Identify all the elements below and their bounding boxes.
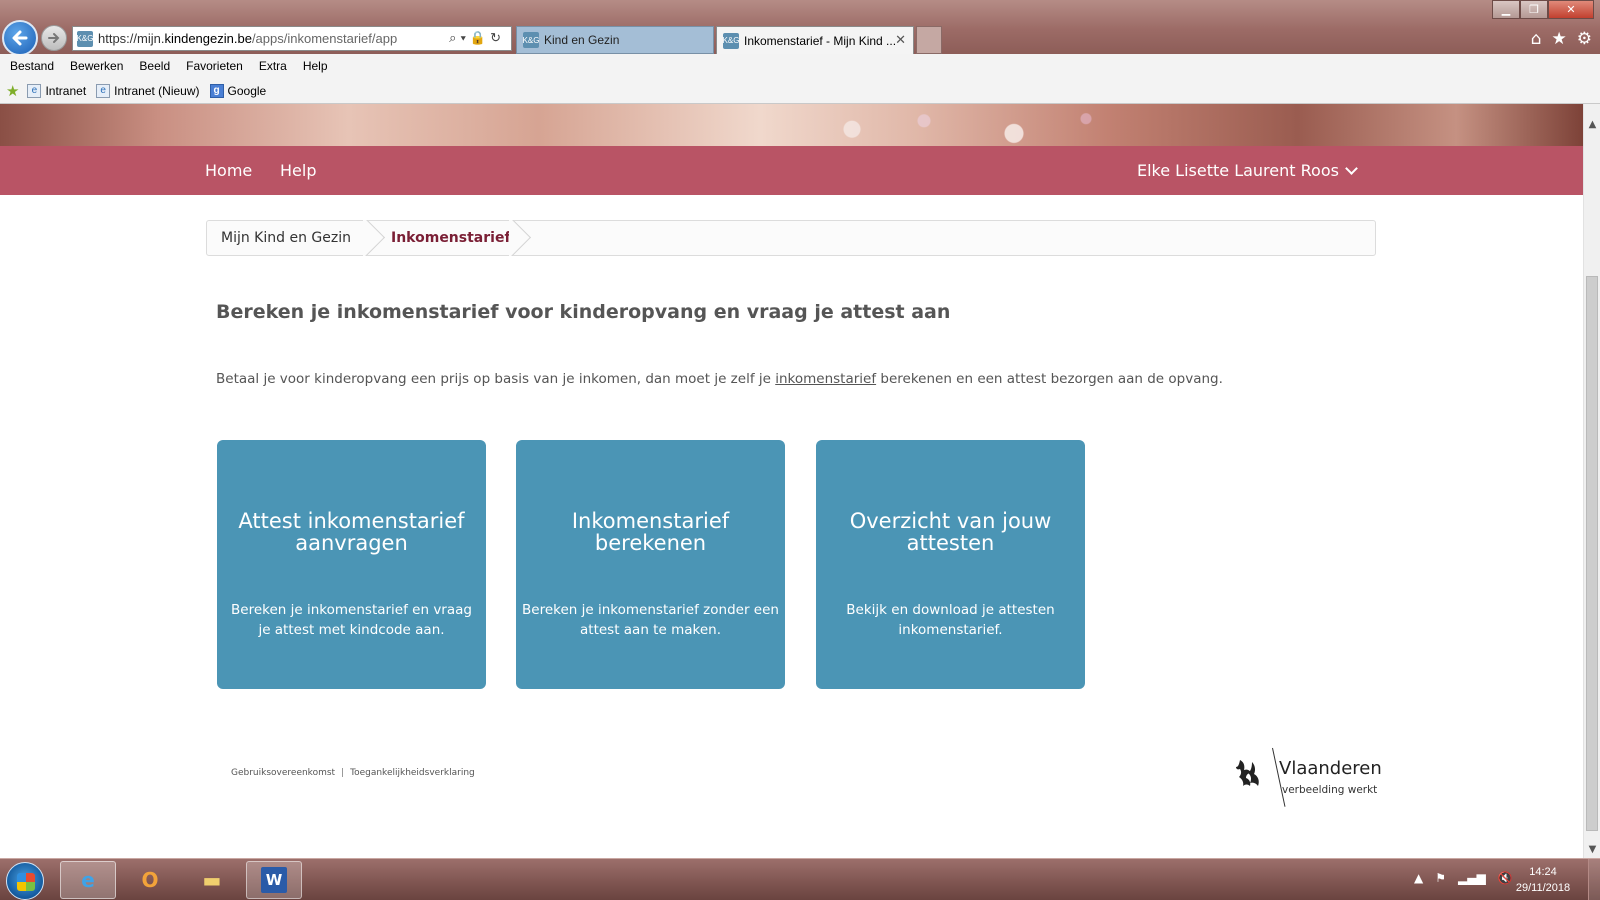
- taskbar: e O ▬ W ▲ ⚑ ▂▄▆ 🔇 14:24 29/11/2018: [0, 858, 1600, 900]
- card-attest-aanvragen[interactable]: Attest inkomenstarief aanvragen Bereken …: [217, 440, 486, 689]
- window-controls: ▁ ❐ ✕: [1492, 0, 1594, 19]
- breadcrumb-separator: [509, 220, 535, 256]
- windows-start-icon[interactable]: [6, 862, 44, 900]
- nav-home-link[interactable]: Home: [205, 161, 252, 180]
- restore-icon[interactable]: ❐: [1520, 0, 1548, 19]
- scroll-down-icon[interactable]: ▼: [1584, 841, 1600, 858]
- intro-text: Betaal je voor kinderopvang een prijs op…: [216, 371, 1223, 387]
- new-tab-button[interactable]: [916, 26, 942, 54]
- scroll-up-icon[interactable]: ▲: [1584, 116, 1600, 133]
- menu-bar: Bestand Bewerken Beeld Favorieten Extra …: [0, 54, 1600, 78]
- forward-arrow-icon: [48, 33, 60, 43]
- show-hidden-icons-icon[interactable]: ▲: [1414, 871, 1423, 885]
- favorites-star-icon[interactable]: ★: [6, 82, 19, 100]
- browser-titlebar: K&G https://mijn.kindengezin.be/apps/ink…: [0, 0, 1600, 56]
- favorites-bar: ★ e Intranet e Intranet (Nieuw) g Google: [0, 78, 1600, 104]
- search-icon[interactable]: ⌕: [449, 30, 460, 45]
- file-explorer-icon[interactable]: ▬: [184, 861, 240, 899]
- card-title: Overzicht van jouw attesten: [849, 509, 1052, 555]
- clock-time: 14:24: [1529, 866, 1557, 878]
- logo-tagline: verbeelding werkt: [1282, 784, 1378, 796]
- page-viewport: Home Help Elke Lisette Laurent Roos Mijn…: [0, 104, 1583, 858]
- favorites-star-icon[interactable]: ★: [1552, 29, 1567, 49]
- footer-links: Gebruiksovereenkomst | Toegankelijkheids…: [231, 768, 475, 778]
- home-icon[interactable]: ⌂: [1531, 29, 1542, 49]
- vlaanderen-logo[interactable]: Vlaanderen verbeelding werkt: [1234, 747, 1382, 810]
- site-navigation: Home Help Elke Lisette Laurent Roos: [0, 146, 1583, 195]
- lock-icon[interactable]: 🔒: [470, 30, 490, 45]
- user-menu[interactable]: Elke Lisette Laurent Roos: [1137, 161, 1358, 180]
- tab-inkomenstarief[interactable]: K&G Inkomenstarief - Mijn Kind ... ✕: [716, 26, 914, 54]
- menu-item-bewerken[interactable]: Bewerken: [70, 59, 123, 73]
- close-window-icon[interactable]: ✕: [1548, 0, 1594, 19]
- favorite-intranet-nieuw[interactable]: e Intranet (Nieuw): [96, 83, 200, 98]
- word-icon[interactable]: W: [246, 861, 302, 899]
- breadcrumb-separator: [363, 220, 389, 256]
- breadcrumb: Mijn Kind en Gezin Inkomenstarief: [206, 220, 1376, 256]
- close-tab-icon[interactable]: ✕: [895, 32, 906, 48]
- vlaanderen-lion-icon: [1236, 760, 1259, 786]
- network-signal-icon[interactable]: ▂▄▆: [1458, 871, 1486, 885]
- card-overzicht-attesten[interactable]: Overzicht van jouw attesten Bekijk en do…: [816, 440, 1085, 689]
- address-bar[interactable]: K&G https://mijn.kindengezin.be/apps/ink…: [72, 26, 512, 51]
- outlook-icon[interactable]: O: [122, 861, 178, 899]
- footer-link-gebruiksovereenkomst[interactable]: Gebruiksovereenkomst: [231, 768, 335, 778]
- card-title: Attest inkomenstarief aanvragen: [238, 509, 465, 555]
- system-tray: ▲ ⚑ ▂▄▆ 🔇: [1414, 871, 1513, 885]
- show-desktop-button[interactable]: [1588, 859, 1600, 900]
- settings-gear-icon[interactable]: ⚙: [1577, 29, 1592, 49]
- card-description: Bekijk en download je attesten inkomenst…: [846, 602, 1055, 638]
- footer-link-toegankelijkheidsverklaring[interactable]: Toegankelijkheidsverklaring: [350, 768, 475, 778]
- nav-help-link[interactable]: Help: [280, 161, 316, 180]
- card-description: Bereken je inkomenstarief zonder een att…: [522, 602, 779, 638]
- address-actions[interactable]: ⌕▾🔒↻: [449, 30, 505, 46]
- favorite-google[interactable]: g Google: [209, 83, 266, 98]
- menu-item-beeld[interactable]: Beeld: [139, 59, 170, 73]
- menu-item-extra[interactable]: Extra: [259, 59, 287, 73]
- word-logo: W: [261, 867, 287, 893]
- clock-date: 29/11/2018: [1515, 882, 1571, 894]
- action-center-icon[interactable]: ⚑: [1435, 871, 1446, 885]
- tab-favicon-icon: K&G: [723, 32, 739, 49]
- vertical-scrollbar[interactable]: ▲ ▼: [1583, 104, 1600, 858]
- tab-favicon-icon: K&G: [523, 32, 539, 48]
- refresh-icon[interactable]: ↻: [490, 30, 505, 45]
- favorite-intranet[interactable]: e Intranet: [27, 83, 86, 98]
- tab-kind-en-gezin[interactable]: K&G Kind en Gezin: [516, 26, 714, 54]
- tab-label: Kind en Gezin: [544, 33, 620, 47]
- card-title: Inkomenstarief berekenen: [571, 509, 730, 555]
- address-url[interactable]: https://mijn.kindengezin.be/apps/inkomen…: [98, 31, 397, 46]
- site-favicon-icon: K&G: [77, 30, 93, 47]
- menu-item-bestand[interactable]: Bestand: [10, 59, 54, 73]
- internet-explorer-icon[interactable]: e: [60, 861, 116, 899]
- breadcrumb-item-mijn-kind-en-gezin[interactable]: Mijn Kind en Gezin: [221, 230, 351, 246]
- page-title: Bereken je inkomenstarief voor kinderopv…: [216, 301, 951, 323]
- logo-name: Vlaanderen: [1279, 758, 1382, 779]
- forward-button[interactable]: [41, 25, 67, 51]
- browser-toolbar-icons: ⌂ ★ ⚙: [1531, 29, 1592, 49]
- breadcrumb-item-inkomenstarief: Inkomenstarief: [391, 230, 511, 246]
- inkomenstarief-link[interactable]: inkomenstarief: [775, 371, 876, 387]
- menu-item-favorieten[interactable]: Favorieten: [186, 59, 243, 73]
- card-description: Bereken je inkomenstarief en vraag je at…: [231, 602, 472, 638]
- back-arrow-icon: [12, 30, 28, 46]
- system-clock[interactable]: 14:24 29/11/2018: [1508, 864, 1578, 896]
- page-icon: e: [96, 83, 111, 98]
- footer-separator: |: [341, 768, 345, 778]
- hero-pattern: [780, 104, 1140, 146]
- menu-item-help[interactable]: Help: [303, 59, 328, 73]
- minimize-icon[interactable]: ▁: [1492, 0, 1520, 19]
- tab-label: Inkomenstarief - Mijn Kind ...: [744, 33, 897, 48]
- page-icon: e: [27, 83, 42, 98]
- chevron-down-icon: [1345, 161, 1358, 175]
- hero-banner-image: [0, 104, 1583, 146]
- google-icon: g: [209, 83, 224, 98]
- user-name: Elke Lisette Laurent Roos: [1137, 161, 1339, 180]
- scroll-thumb[interactable]: [1586, 276, 1598, 831]
- dropdown-icon[interactable]: ▾: [460, 30, 469, 45]
- card-inkomenstarief-berekenen[interactable]: Inkomenstarief berekenen Bereken je inko…: [516, 440, 785, 689]
- back-button[interactable]: [2, 20, 38, 56]
